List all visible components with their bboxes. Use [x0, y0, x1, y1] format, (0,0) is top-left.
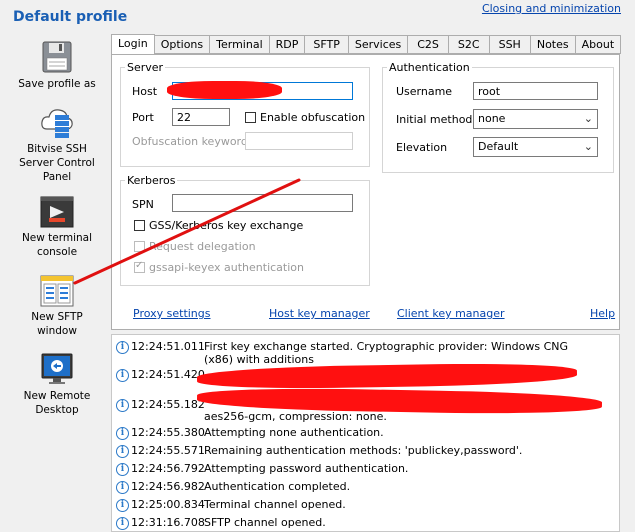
red-annotation-arrow: [73, 178, 301, 285]
